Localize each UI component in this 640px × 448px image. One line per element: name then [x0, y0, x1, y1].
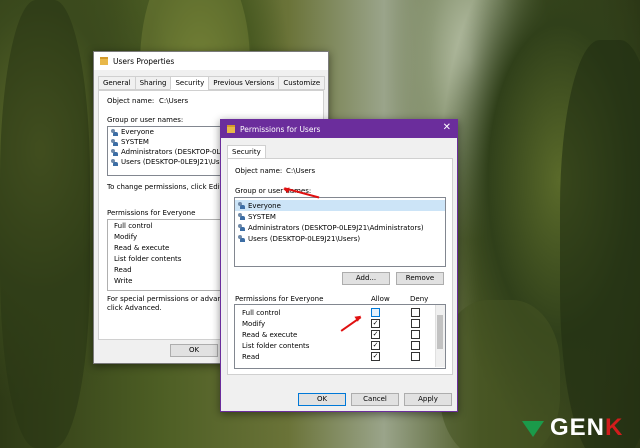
- permission-name: Full control: [242, 309, 281, 317]
- permission-name: Modify: [242, 320, 266, 328]
- list-item-label: Users (DESKTOP-0LE9J21\Users): [121, 158, 234, 166]
- permission-name: Read: [242, 353, 260, 361]
- permission-row: Full control: [235, 307, 435, 318]
- allow-checkbox-list-folder[interactable]: ✓: [371, 341, 380, 350]
- users-properties-titlebar[interactable]: Users Properties: [94, 52, 328, 70]
- tab-general[interactable]: General: [98, 76, 136, 90]
- group-label: Group or user names:: [107, 116, 184, 124]
- permission-row: List folder contents ✓: [235, 340, 435, 351]
- dialog-title: Permissions for Users: [240, 124, 321, 134]
- list-item-label: Administrators (DESKTOP-0LE9J21\Administ…: [248, 223, 424, 232]
- deny-checkbox-modify[interactable]: [411, 319, 420, 328]
- moss-rock-left: [0, 0, 90, 448]
- permissions-dialog: Permissions for Users ✕ Security Object …: [220, 119, 458, 412]
- permission-name: Read & execute: [242, 331, 298, 339]
- permission-row: Read & execute ✓: [235, 329, 435, 340]
- users-icon: [238, 224, 245, 231]
- object-name-label: Object name:: [235, 167, 283, 175]
- permissions-list: Full control Modify ✓ Read & execute ✓ L…: [234, 304, 446, 369]
- tab-security[interactable]: Security: [170, 76, 210, 90]
- deny-column-header: Deny: [410, 295, 429, 303]
- users-icon: [238, 235, 245, 242]
- deny-checkbox-read-execute[interactable]: [411, 330, 420, 339]
- add-button[interactable]: Add...: [342, 272, 390, 285]
- list-item[interactable]: SYSTEM: [235, 211, 445, 222]
- users-icon: [111, 138, 118, 146]
- logo-text-accent: K: [605, 414, 624, 441]
- permission-row: Read ✓: [235, 351, 435, 362]
- apply-button[interactable]: Apply: [404, 393, 452, 406]
- permissions-label: Permissions for Everyone: [235, 295, 324, 303]
- users-icon: [238, 213, 245, 220]
- users-icon: [238, 202, 245, 209]
- object-name-value: C:\Users: [159, 97, 189, 105]
- security-panel: Object name: C:\Users Group or user name…: [227, 158, 453, 375]
- tab-previous-versions[interactable]: Previous Versions: [208, 76, 280, 90]
- permissions-titlebar[interactable]: Permissions for Users ✕: [221, 120, 457, 138]
- list-item-everyone[interactable]: Everyone: [235, 200, 445, 211]
- close-icon[interactable]: ✕: [443, 123, 451, 133]
- allow-checkbox-read[interactable]: ✓: [371, 352, 380, 361]
- logo-text: GEN: [550, 414, 606, 441]
- folder-icon: [227, 125, 235, 133]
- deny-checkbox-full-control[interactable]: [411, 308, 420, 317]
- tab-sharing[interactable]: Sharing: [134, 76, 172, 90]
- list-item-label: Administrators (DESKTOP-0LE9: [121, 148, 230, 156]
- ok-button[interactable]: OK: [170, 344, 218, 357]
- permission-name: List folder contents: [242, 342, 310, 350]
- list-item-label: Everyone: [248, 201, 281, 210]
- tab-strip: Security: [227, 145, 266, 159]
- deny-checkbox-list-folder[interactable]: [411, 341, 420, 350]
- users-icon: [111, 148, 118, 156]
- genk-logo-icon: [522, 417, 544, 439]
- moss-rock-right: [560, 40, 640, 448]
- permission-row: Modify ✓: [235, 318, 435, 329]
- list-item-label: SYSTEM: [121, 138, 149, 146]
- scrollbar-thumb[interactable]: [437, 315, 443, 349]
- remove-button[interactable]: Remove: [396, 272, 444, 285]
- advanced-hint-text: click Advanced.: [107, 304, 162, 312]
- ok-button[interactable]: OK: [298, 393, 346, 406]
- allow-checkbox-full-control[interactable]: [371, 308, 380, 317]
- users-icon: [111, 158, 118, 166]
- group-listbox[interactable]: Everyone SYSTEM Administrators (DESKTOP-…: [234, 197, 446, 267]
- permissions-label: Permissions for Everyone: [107, 209, 196, 217]
- allow-checkbox-read-execute[interactable]: ✓: [371, 330, 380, 339]
- special-permissions-text: For special permissions or advanced: [107, 295, 235, 303]
- change-permissions-text: To change permissions, click Edit.: [107, 183, 225, 191]
- object-name-value: C:\Users: [286, 167, 316, 175]
- cancel-button[interactable]: Cancel: [351, 393, 399, 406]
- deny-checkbox-read[interactable]: [411, 352, 420, 361]
- list-item-label: Users (DESKTOP-0LE9J21\Users): [248, 234, 361, 243]
- dialog-title: Users Properties: [113, 56, 175, 66]
- tab-customize[interactable]: Customize: [278, 76, 326, 90]
- allow-column-header: Allow: [371, 295, 390, 303]
- object-name-label: Object name:: [107, 97, 155, 105]
- folder-icon: [100, 57, 108, 65]
- list-item[interactable]: Users (DESKTOP-0LE9J21\Users): [235, 233, 445, 244]
- list-item-label: SYSTEM: [248, 212, 276, 221]
- tab-security[interactable]: Security: [227, 145, 266, 159]
- allow-checkbox-modify[interactable]: ✓: [371, 319, 380, 328]
- list-item-label: Everyone: [121, 128, 154, 136]
- tab-strip: General Sharing Security Previous Versio…: [98, 76, 326, 90]
- users-icon: [111, 128, 118, 136]
- genk-logo: GEN K: [522, 414, 623, 442]
- permissions-scrollbar[interactable]: [435, 305, 445, 367]
- list-item[interactable]: Administrators (DESKTOP-0LE9J21\Administ…: [235, 222, 445, 233]
